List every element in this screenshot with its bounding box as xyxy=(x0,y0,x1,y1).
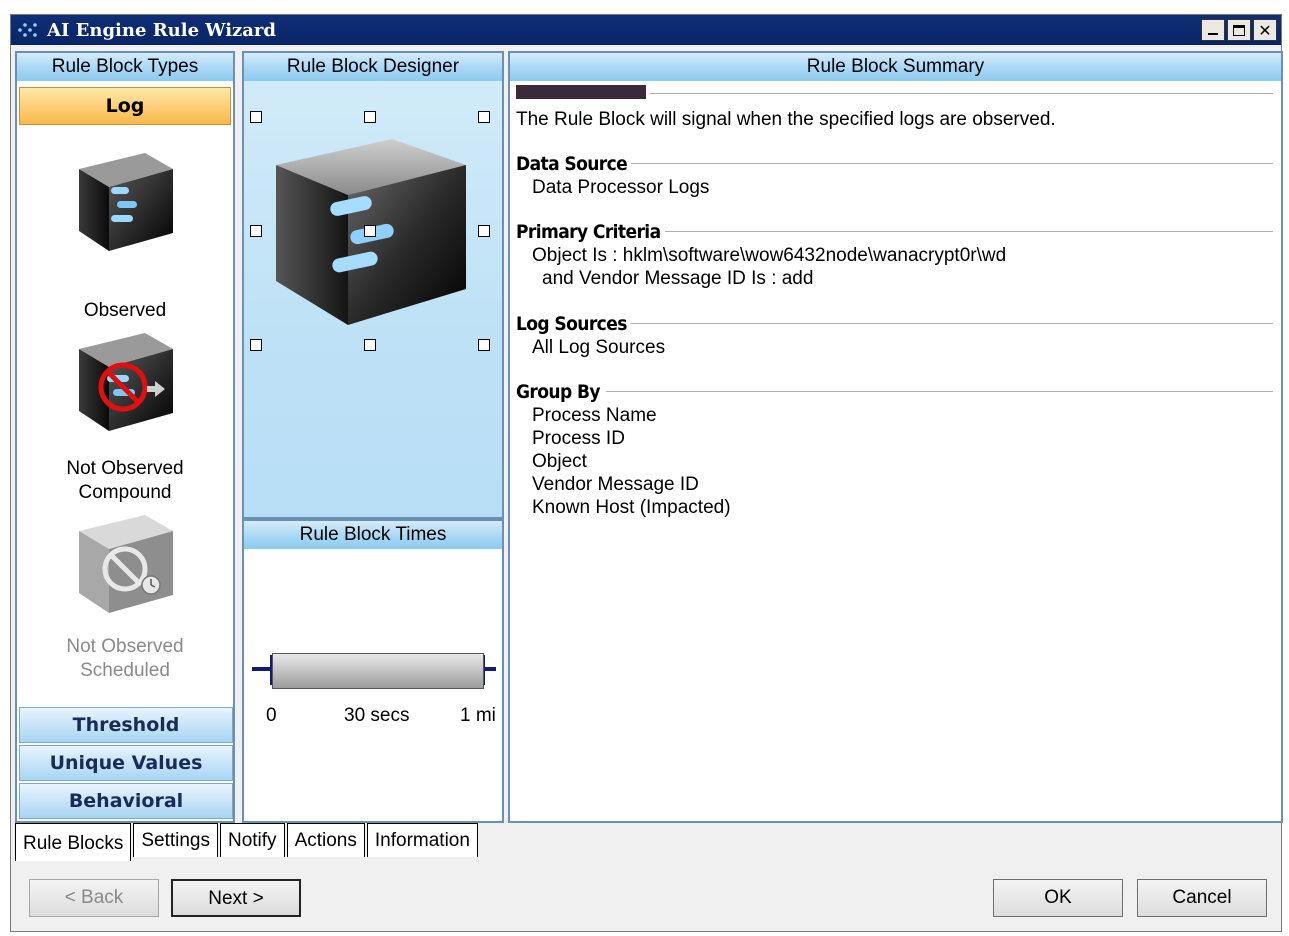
next-button[interactable]: Next > xyxy=(171,879,301,917)
rule-block-designer-panel: Rule Block Designer xyxy=(242,51,504,519)
window-title: AI Engine Rule Wizard xyxy=(47,20,276,41)
cancel-button[interactable]: Cancel xyxy=(1137,879,1267,917)
rule-block-summary-panel: Rule Block Summary The Rule Block will s… xyxy=(508,51,1283,823)
primary-criteria-line2: and Vendor Message ID Is : add xyxy=(542,268,814,289)
maximize-button[interactable] xyxy=(1227,19,1251,41)
tab-notify[interactable]: Notify xyxy=(219,823,285,857)
app-logo-icon xyxy=(18,23,37,37)
resize-handle-bottom-center[interactable] xyxy=(364,339,376,351)
resize-handle-middle-left[interactable] xyxy=(250,225,262,237)
resize-handle-center[interactable] xyxy=(364,225,376,237)
tab-rule-blocks[interactable]: Rule Blocks xyxy=(15,823,132,861)
group-by-item: Process Name xyxy=(532,405,657,426)
resize-handle-bottom-right[interactable] xyxy=(478,339,490,351)
log-sources-value: All Log Sources xyxy=(532,337,666,358)
maximize-icon xyxy=(1233,24,1245,36)
data-source-title: Data Source xyxy=(516,153,632,175)
resize-handle-middle-right[interactable] xyxy=(478,225,490,237)
data-source-value: Data Processor Logs xyxy=(532,177,710,198)
data-source-divider xyxy=(620,163,1273,164)
tab-actions[interactable]: Actions xyxy=(286,823,365,857)
group-by-item: Process ID xyxy=(532,428,625,449)
title-bar[interactable]: AI Engine Rule Wizard ✕ xyxy=(11,15,1281,45)
close-icon: ✕ xyxy=(1258,20,1272,40)
time-slider-thumb[interactable] xyxy=(272,653,484,689)
log-sources-title: Log Sources xyxy=(516,313,631,335)
group-by-item: Object xyxy=(532,451,587,472)
rule-block-types-panel: Rule Block Types Log Observed Not Observ… xyxy=(15,51,235,823)
rule-block-summary-header: Rule Block Summary xyxy=(510,53,1281,81)
not-observed-compound-label-line1[interactable]: Not Observed xyxy=(19,457,231,481)
tab-settings[interactable]: Settings xyxy=(133,823,218,857)
primary-criteria-line1: Object Is : hklm\software\wow6432node\wa… xyxy=(532,245,1007,266)
minimize-button[interactable] xyxy=(1201,19,1225,41)
group-by-title: Group By xyxy=(516,381,604,403)
log-observed-cube-icon[interactable] xyxy=(67,139,187,259)
time-tick-0: 0 xyxy=(266,705,277,726)
rule-block-types-header: Rule Block Types xyxy=(17,53,233,81)
observed-label[interactable]: Observed xyxy=(19,299,231,323)
resize-handle-top-center[interactable] xyxy=(364,111,376,123)
not-observed-scheduled-label-line2: Scheduled xyxy=(80,660,170,681)
rule-block-times-header: Rule Block Times xyxy=(244,521,502,549)
time-tick-1-min: 1 mi xyxy=(460,705,496,726)
primary-criteria-title: Primary Criteria xyxy=(516,221,665,243)
resize-handle-top-left[interactable] xyxy=(250,111,262,123)
ok-button[interactable]: OK xyxy=(993,879,1123,917)
rule-block-designer-header: Rule Block Designer xyxy=(244,53,502,81)
log-sources-divider xyxy=(630,323,1273,324)
rule-wizard-window: AI Engine Rule Wizard ✕ Rule Block Types… xyxy=(10,14,1283,932)
not-observed-scheduled-label-line1: Not Observed xyxy=(66,636,184,657)
not-observed-compound-label-line2[interactable]: Compound xyxy=(19,481,231,505)
log-not-observed-scheduled-cube-icon xyxy=(67,505,187,625)
resize-handle-top-right[interactable] xyxy=(478,111,490,123)
group-by-item: Known Host (Impacted) xyxy=(532,497,731,518)
category-behavioral-button[interactable]: Behavioral xyxy=(19,783,233,819)
summary-title-divider xyxy=(650,93,1273,94)
group-by-divider xyxy=(606,391,1273,392)
back-button[interactable]: < Back xyxy=(29,879,159,917)
close-button[interactable]: ✕ xyxy=(1253,19,1277,41)
category-unique-values-button[interactable]: Unique Values xyxy=(19,745,233,781)
log-not-observed-compound-cube-icon[interactable] xyxy=(67,323,187,443)
category-threshold-button[interactable]: Threshold xyxy=(19,707,233,743)
minimize-icon xyxy=(1208,33,1218,35)
primary-criteria-divider xyxy=(650,231,1273,232)
summary-description: The Rule Block will signal when the spec… xyxy=(516,109,1056,130)
rule-block-times-panel: Rule Block Times 0 30 secs 1 mi xyxy=(242,519,504,823)
group-by-item: Vendor Message ID xyxy=(532,474,699,495)
resize-handle-bottom-left[interactable] xyxy=(250,339,262,351)
time-tick-30-secs: 30 secs xyxy=(344,705,410,726)
wizard-tab-strip: Rule Blocks Settings Notify Actions Info… xyxy=(15,823,480,861)
category-log-header[interactable]: Log xyxy=(19,87,231,125)
redacted-title-text xyxy=(516,85,646,99)
tab-information[interactable]: Information xyxy=(366,823,478,857)
designer-log-cube-icon[interactable] xyxy=(260,103,490,333)
